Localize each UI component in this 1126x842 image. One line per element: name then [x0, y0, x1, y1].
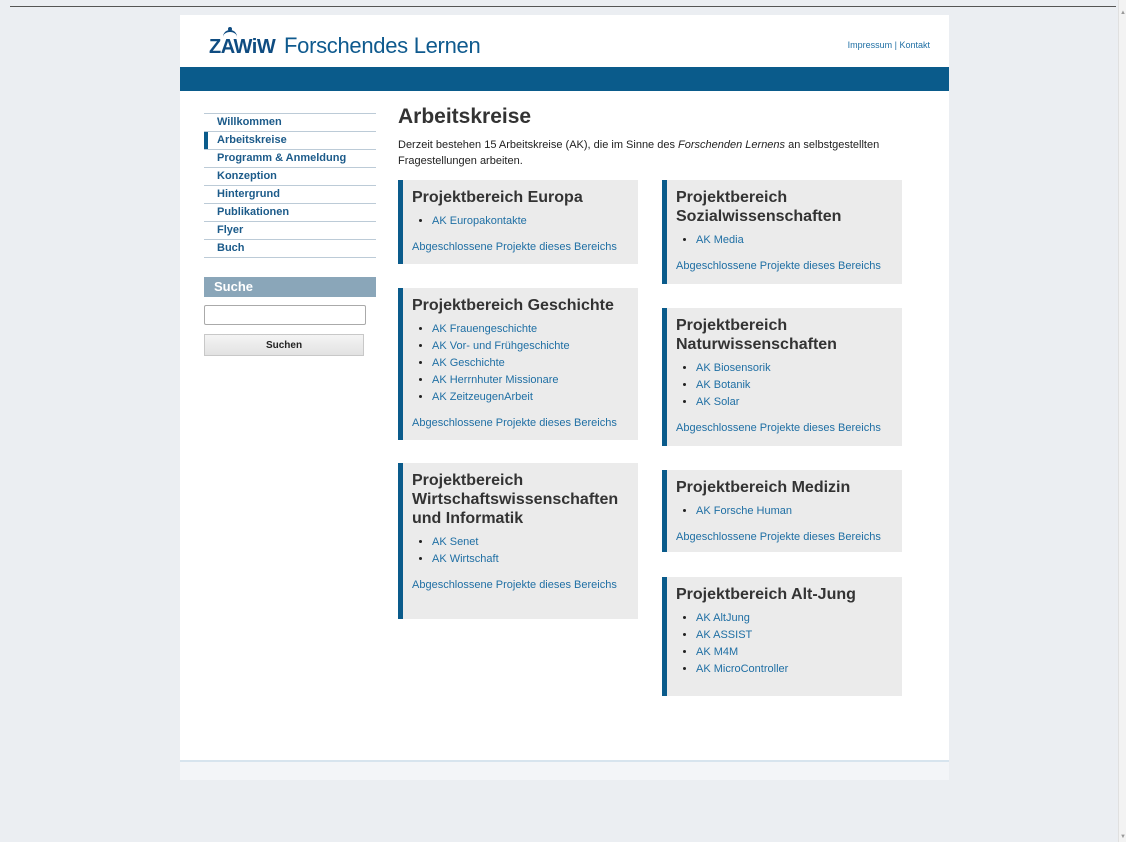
- area-list: AK Senet AK Wirtschaft: [412, 534, 630, 568]
- scroll-down-arrow-icon[interactable]: ▼: [1120, 834, 1126, 840]
- impressum-link[interactable]: Impressum: [848, 40, 893, 50]
- ak-link[interactable]: AK Solar: [696, 396, 739, 408]
- sidebar-nav: Willkommen Arbeitskreise Programm & Anme…: [204, 113, 376, 258]
- area-box-wirtschaft-informatik: Projektbereich Wirtschaftswissenschaften…: [398, 463, 638, 619]
- completed-projects-link[interactable]: Abgeschlossene Projekte dieses Bereichs: [412, 241, 630, 253]
- logo-dot-icon: [228, 27, 232, 31]
- list-item: AK ZeitzeugenArbeit: [432, 389, 630, 406]
- area-box-europa: Projektbereich Europa AK Europakontakte …: [398, 180, 638, 264]
- site-title[interactable]: Forschendes Lernen: [284, 33, 481, 59]
- ak-link[interactable]: AK Geschichte: [432, 357, 505, 369]
- area-list: AK AltJung AK ASSIST AK M4M AK MicroCont…: [676, 610, 894, 678]
- header-banner: [180, 67, 949, 91]
- area-title: Projektbereich Naturwissenschaften: [676, 317, 837, 353]
- nav-item-konzeption[interactable]: Konzeption: [204, 168, 376, 186]
- area-box-alt-jung: Projektbereich Alt-Jung AK AltJung AK AS…: [662, 577, 902, 696]
- ak-link[interactable]: AK Herrnhuter Missionare: [432, 374, 559, 386]
- completed-projects-link[interactable]: Abgeschlossene Projekte dieses Bereichs: [412, 579, 630, 591]
- list-item: AK Biosensorik: [696, 360, 894, 377]
- logo-arc-icon: [223, 30, 237, 38]
- ak-link[interactable]: AK Wirtschaft: [432, 553, 499, 565]
- nav-item-willkommen[interactable]: Willkommen: [204, 113, 376, 132]
- logo-text: ZAWiW: [209, 36, 276, 58]
- logo-mark: ZAWiW: [209, 27, 276, 58]
- search-heading: Suche: [204, 277, 376, 297]
- page-footer: [180, 760, 949, 780]
- ak-link[interactable]: AK Frauengeschichte: [432, 323, 537, 335]
- area-box-sozialwissenschaften: Projektbereich Sozialwissenschaften AK M…: [662, 180, 902, 284]
- scrollbar[interactable]: ▲ ▼: [1118, 0, 1126, 842]
- area-title: Projektbereich Geschichte: [412, 297, 614, 314]
- ak-link[interactable]: AK Media: [696, 234, 744, 246]
- area-title: Projektbereich Alt-Jung: [676, 586, 856, 603]
- search-input[interactable]: [204, 305, 366, 325]
- nav-item-flyer[interactable]: Flyer: [204, 222, 376, 240]
- completed-projects-link[interactable]: Abgeschlossene Projekte dieses Bereichs: [676, 260, 894, 272]
- list-item: AK Vor- und Frühgeschichte: [432, 338, 630, 355]
- kontakt-link[interactable]: Kontakt: [899, 40, 930, 50]
- list-item: AK Geschichte: [432, 355, 630, 372]
- zawiw-logo[interactable]: ZAWiW: [209, 27, 276, 60]
- list-item: AK Botanik: [696, 377, 894, 394]
- list-item: AK Media: [696, 232, 894, 249]
- ak-link[interactable]: AK Biosensorik: [696, 362, 771, 374]
- area-title: Projektbereich Europa: [412, 189, 583, 206]
- nav-item-programm-anmeldung[interactable]: Programm & Anmeldung: [204, 150, 376, 168]
- area-box-medizin: Projektbereich Medizin AK Forsche Human …: [662, 470, 902, 552]
- nav-item-hintergrund[interactable]: Hintergrund: [204, 186, 376, 204]
- list-item: AK Senet: [432, 534, 630, 551]
- completed-projects-link[interactable]: Abgeschlossene Projekte dieses Bereichs: [676, 422, 894, 434]
- nav-item-arbeitskreise[interactable]: Arbeitskreise: [204, 132, 376, 150]
- completed-projects-link[interactable]: Abgeschlossene Projekte dieses Bereichs: [676, 531, 894, 543]
- ak-link[interactable]: AK Europakontakte: [432, 215, 527, 227]
- ak-link[interactable]: AK ASSIST: [696, 629, 752, 641]
- ak-link[interactable]: AK Forsche Human: [696, 505, 792, 517]
- area-title: Projektbereich Medizin: [676, 479, 851, 496]
- list-item: AK Solar: [696, 394, 894, 411]
- area-list: AK Biosensorik AK Botanik AK Solar: [676, 360, 894, 411]
- area-list: AK Forsche Human: [676, 503, 894, 520]
- list-item: AK Herrnhuter Missionare: [432, 372, 630, 389]
- ak-link[interactable]: AK Senet: [432, 536, 478, 548]
- area-list: AK Media: [676, 232, 894, 249]
- top-links-separator: |: [894, 40, 897, 50]
- nav-item-publikationen[interactable]: Publikationen: [204, 204, 376, 222]
- list-item: AK Frauengeschichte: [432, 321, 630, 338]
- area-list: AK Europakontakte: [412, 213, 630, 230]
- nav-item-buch[interactable]: Buch: [204, 240, 376, 258]
- list-item: AK Europakontakte: [432, 213, 630, 230]
- ak-link[interactable]: AK AltJung: [696, 612, 750, 624]
- ak-link[interactable]: AK ZeitzeugenArbeit: [432, 391, 533, 403]
- page-container: ZAWiW Forschendes Lernen Impressum | Kon…: [180, 15, 949, 763]
- intro-text-emphasis: Forschenden Lernens: [678, 139, 786, 151]
- search-button[interactable]: Suchen: [204, 334, 364, 356]
- intro-text: Derzeit bestehen 15 Arbeitskreise (AK), …: [398, 137, 918, 169]
- ak-link[interactable]: AK M4M: [696, 646, 738, 658]
- list-item: AK MicroController: [696, 661, 894, 678]
- page-title: Arbeitskreise: [398, 105, 532, 128]
- list-item: AK Wirtschaft: [432, 551, 630, 568]
- completed-projects-link[interactable]: Abgeschlossene Projekte dieses Bereichs: [412, 417, 630, 429]
- top-links: Impressum | Kontakt: [848, 40, 930, 50]
- intro-text-start: Derzeit bestehen 15 Arbeitskreise (AK), …: [398, 139, 679, 151]
- list-item: AK Forsche Human: [696, 503, 894, 520]
- area-box-geschichte: Projektbereich Geschichte AK Frauengesch…: [398, 288, 638, 440]
- area-box-naturwissenschaften: Projektbereich Naturwissenschaften AK Bi…: [662, 308, 902, 446]
- ak-link[interactable]: AK Botanik: [696, 379, 750, 391]
- ak-link[interactable]: AK MicroController: [696, 663, 788, 675]
- window-top-border: [10, 6, 1116, 7]
- area-title: Projektbereich Sozialwissenschaften: [676, 189, 842, 225]
- list-item: AK AltJung: [696, 610, 894, 627]
- ak-link[interactable]: AK Vor- und Frühgeschichte: [432, 340, 570, 352]
- scroll-up-arrow-icon[interactable]: ▲: [1120, 10, 1126, 16]
- area-title: Projektbereich Wirtschaftswissenschaften…: [412, 472, 619, 527]
- area-list: AK Frauengeschichte AK Vor- und Frühgesc…: [412, 321, 630, 406]
- list-item: AK ASSIST: [696, 627, 894, 644]
- list-item: AK M4M: [696, 644, 894, 661]
